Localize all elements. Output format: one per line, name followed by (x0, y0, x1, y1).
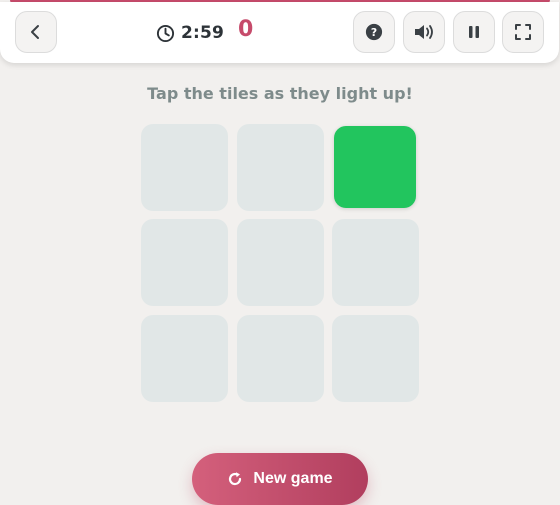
top-bar: 2:59 0 ? (0, 2, 559, 63)
tile-r1-c2[interactable] (237, 124, 324, 211)
tile-lit-r1-c3[interactable] (334, 126, 416, 208)
speaker-icon (415, 25, 433, 39)
help-icon: ? (365, 23, 383, 41)
tile-r1-c1[interactable] (141, 124, 228, 211)
tile-r3-c2[interactable] (237, 315, 324, 402)
back-button[interactable] (15, 11, 57, 53)
tile-grid (141, 124, 419, 402)
instruction-text: Tap the tiles as they light up! (147, 84, 413, 103)
fullscreen-icon (515, 24, 531, 40)
timer: 2:59 (156, 22, 224, 44)
tile-r2-c3[interactable] (332, 219, 419, 306)
sound-button[interactable] (403, 11, 445, 53)
clock-icon (156, 24, 175, 42)
new-game-button[interactable]: New game (192, 453, 368, 505)
timer-value: 2:59 (181, 23, 225, 43)
pause-button[interactable] (453, 11, 495, 53)
restart-icon (229, 472, 242, 486)
help-button[interactable]: ? (353, 11, 395, 53)
fullscreen-button[interactable] (502, 11, 544, 53)
tile-r2-c1[interactable] (141, 219, 228, 306)
new-game-label: New game (253, 470, 333, 487)
tile-r3-c3[interactable] (332, 315, 419, 402)
tile-r3-c1[interactable] (141, 315, 228, 402)
tile-r2-c2[interactable] (237, 219, 324, 306)
score-value: 0 (238, 17, 254, 42)
svg-text:?: ? (371, 26, 377, 39)
chevron-left-icon (31, 25, 39, 39)
pause-icon (469, 26, 479, 38)
